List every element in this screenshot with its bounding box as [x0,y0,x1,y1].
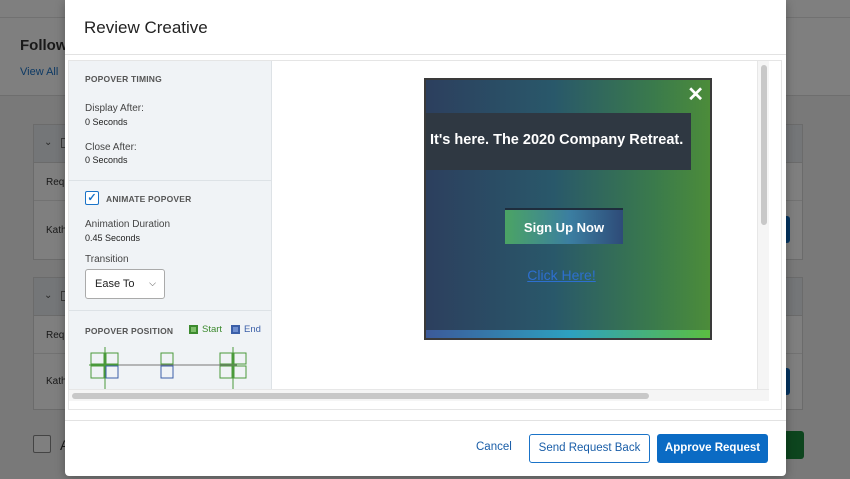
display-after-label: Display After: [85,103,144,114]
settings-panel: POPOVER TIMING Display After: 0 Seconds … [69,61,272,389]
popover-timing-heading: POPOVER TIMING [85,74,162,84]
display-after-value: 0 Seconds [85,117,128,127]
modal-footer: Cancel Send Request Back Approve Request [65,420,786,476]
legend-end: End [231,324,261,335]
animation-duration-label: Animation Duration [85,219,171,230]
vertical-scrollbar[interactable] [757,61,769,389]
gradient-strip [426,330,710,338]
close-after-value: 0 Seconds [85,155,128,165]
horizontal-scrollbar-thumb[interactable] [72,393,649,399]
creative-preview-area: ✕ It's here. The 2020 Company Retreat. S… [273,61,757,389]
content-frame: POPOVER TIMING Display After: 0 Seconds … [68,60,782,410]
review-creative-modal: Review Creative POPOVER TIMING Display A… [65,0,786,476]
cancel-button[interactable]: Cancel [476,441,512,453]
popover-creative: ✕ It's here. The 2020 Company Retreat. S… [424,78,712,340]
vertical-scrollbar-thumb[interactable] [761,65,767,225]
legend-start: Start [189,324,222,335]
close-icon[interactable]: ✕ [687,82,704,107]
transition-select[interactable]: Ease To ⌵ [85,269,165,299]
close-after-label: Close After: [85,142,137,153]
animation-duration-value: 0.45 Seconds [85,233,141,243]
start-swatch-icon [189,325,198,334]
legend-end-label: End [244,324,261,335]
horizontal-scrollbar[interactable] [69,389,769,401]
approve-request-button[interactable]: Approve Request [657,434,768,463]
headline-banner: It's here. The 2020 Company Retreat. [426,113,691,170]
animate-popover-label: ANIMATE POPOVER [106,194,192,204]
end-swatch-icon [231,325,240,334]
divider [69,180,271,181]
modal-header: Review Creative [65,0,786,55]
transition-label: Transition [85,254,129,265]
animate-popover-checkbox[interactable]: ✓ [85,191,99,205]
modal-title: Review Creative [84,18,208,37]
divider [69,310,271,311]
popover-position-diagram[interactable] [89,347,254,389]
legend-start-label: Start [202,324,223,335]
chevron-down-icon: ⌵ [149,278,156,288]
transition-select-value: Ease To [95,278,135,290]
creative-headline: It's here. The 2020 Company Retreat. [430,132,684,148]
sign-up-button[interactable]: Sign Up Now [505,208,623,244]
click-here-link[interactable]: Click Here! [426,267,697,283]
popover-position-heading: POPOVER POSITION [85,326,174,336]
send-request-back-button[interactable]: Send Request Back [529,434,650,463]
